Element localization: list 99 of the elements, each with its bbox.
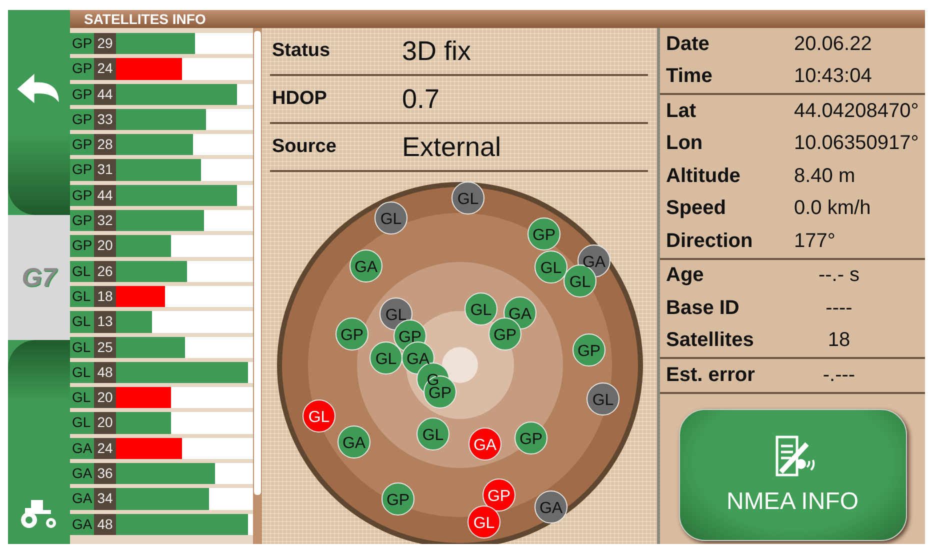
nmea-info-button[interactable]: NMEA INFO (678, 408, 906, 541)
satellite-label: GA (539, 500, 563, 517)
field-label: Lat (665, 100, 697, 123)
field-label: Speed (665, 197, 728, 220)
snr-value: 28 (94, 134, 116, 156)
snr-value: 24 (94, 438, 116, 460)
field-value: 10.06350917° (794, 132, 919, 156)
satellite-label: GL (380, 211, 402, 228)
field-label: Source (271, 136, 338, 158)
constellation-label: GA (71, 489, 94, 508)
satellite-label: GP (519, 431, 543, 448)
constellation-label: GL (71, 286, 92, 306)
satellite-label: GL (457, 191, 479, 208)
constellation-label: GP (71, 34, 94, 53)
field-value: 8.40 m (794, 164, 856, 188)
header-title: SATELLITES INFO (84, 11, 206, 27)
satellite-label: GL (470, 302, 492, 319)
satellite-label: GA (473, 437, 497, 454)
satellite-label: GP (577, 343, 601, 360)
constellation-label: GP (71, 84, 94, 104)
field-value: 0.7 (402, 84, 440, 114)
field-label: Est. error (665, 364, 756, 387)
satellite-label: GP (532, 227, 556, 244)
snr-value: 31 (94, 159, 116, 181)
satellite-label: GP (398, 329, 422, 346)
snr-value: 34 (94, 488, 116, 510)
constellation-label: GP (71, 186, 94, 205)
field-label: Time (665, 65, 714, 88)
satellite-label: GL (385, 307, 407, 324)
satellite-label: GP (487, 488, 511, 505)
satellite-label: GL (308, 409, 330, 426)
scrollbar[interactable] (253, 28, 262, 544)
field-label: Direction (665, 230, 754, 253)
satellite-label: GL (375, 351, 397, 368)
field-value: 20.06.22 (794, 32, 872, 56)
field-value: 177° (794, 230, 836, 253)
snr-value: 33 (94, 108, 116, 130)
satellite-label: GA (508, 306, 532, 323)
field-label: Lon (665, 132, 704, 156)
field-value: -.--- (822, 364, 856, 387)
satellite-label: GP (340, 327, 364, 344)
constellation-label: GL (71, 413, 92, 432)
field-label: Age (665, 264, 705, 288)
constellation-label: GP (71, 135, 94, 154)
snr-value: 24 (94, 58, 116, 80)
satellite-label: GL (592, 392, 614, 409)
satellite-label: GL (473, 515, 495, 532)
constellation-label: GA (71, 514, 94, 534)
field-value: 44.04208470° (794, 100, 919, 123)
constellation-label: GA (71, 464, 94, 484)
satellite-label: GL (422, 427, 444, 444)
field-value: 3D fix (402, 36, 472, 66)
constellation-label: GL (71, 362, 92, 382)
satellite-label: GA (406, 351, 430, 368)
snr-value: 44 (94, 84, 116, 105)
satellite-label: GA (354, 259, 378, 276)
logo: G7 (22, 262, 56, 293)
snr-value: 48 (94, 514, 116, 535)
snr-value: 48 (94, 362, 116, 384)
snr-value: 32 (94, 210, 116, 232)
constellation-label: GL (71, 262, 92, 281)
snr-value: 29 (94, 33, 116, 54)
field-label: Date (665, 32, 710, 56)
constellation-label: GL (71, 312, 92, 332)
field-value: --.- s (817, 264, 861, 288)
satellite-label: GP (493, 327, 517, 344)
constellation-label: GL (71, 338, 92, 357)
satellite-label: GL (540, 260, 562, 277)
satellite-label: GP (386, 492, 410, 509)
satellite-label: GA (342, 435, 366, 452)
snr-value: 20 (94, 235, 116, 257)
field-label: Satellites (665, 329, 755, 352)
snr-value: 20 (94, 412, 116, 434)
snr-value: 25 (94, 336, 116, 358)
satellite-label: GP (428, 385, 452, 402)
constellation-label: GL (71, 388, 92, 408)
field-label: HDOP (271, 88, 328, 110)
satellite-label: GA (582, 254, 606, 271)
constellation-label: GP (71, 160, 94, 180)
field-label: Status (271, 40, 332, 62)
snr-value: 20 (94, 387, 116, 408)
snr-value: 13 (94, 311, 116, 333)
satellite-label: GL (569, 274, 591, 291)
constellation-label: GP (71, 211, 94, 230)
snr-value: 26 (94, 260, 116, 282)
constellation-label: GP (71, 110, 94, 129)
constellation-label: GA (71, 438, 94, 458)
field-value: External (402, 132, 502, 162)
snr-value: 36 (94, 463, 116, 484)
field-label: Altitude (665, 164, 742, 188)
snr-value: 44 (94, 184, 116, 206)
field-value: 10:43:04 (794, 65, 872, 88)
constellation-label: GP (71, 59, 94, 78)
snr-value: 18 (94, 286, 116, 308)
field-label: Base ID (665, 296, 740, 320)
field-value: ---- (824, 296, 854, 320)
field-value: 18 (826, 329, 852, 352)
constellation-label: GP (71, 236, 94, 256)
field-value: 0.0 km/h (794, 197, 871, 220)
